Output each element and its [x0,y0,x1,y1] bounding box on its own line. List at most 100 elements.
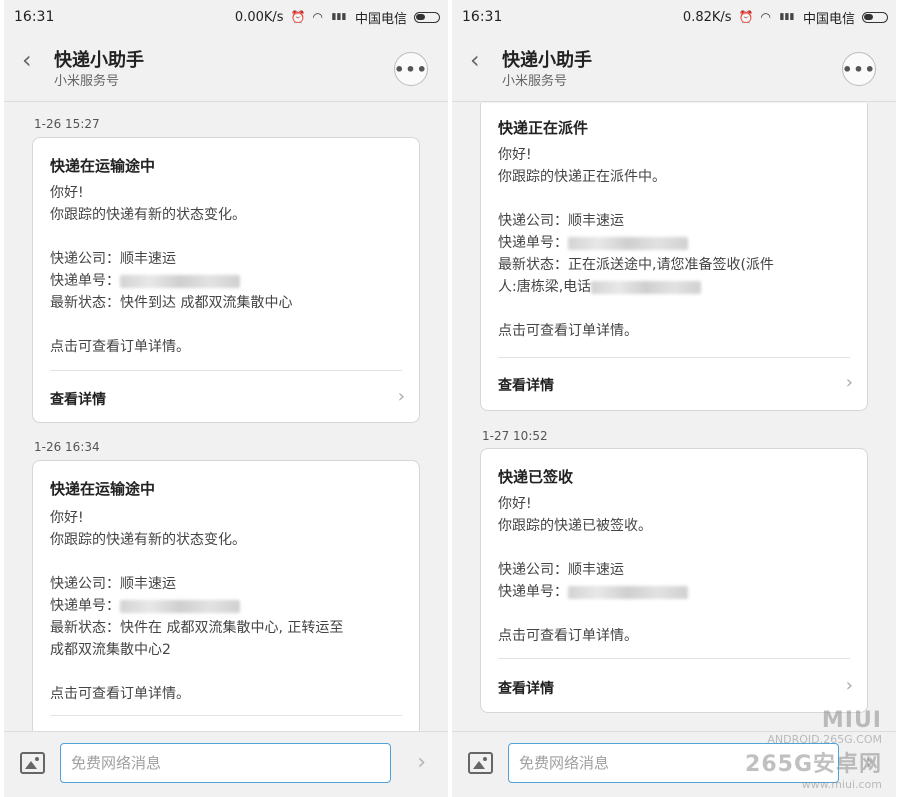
blurred-tracking-number [120,274,240,288]
divider [498,658,850,659]
phone-screen-right: 16:31 0.82K/s ⏰ ◠ ▮▮▮ 中国电信 ‹ 快递小助手 小米服务号… [452,0,896,797]
blurred-tracking-number [120,599,240,613]
card-title: 快递在运输途中 [50,157,156,175]
page-title: 快递小助手 [54,50,144,71]
hint-text: 点击可查看订单详情。 [50,339,190,355]
status-time: 16:31 [14,9,55,25]
wifi-icon: ◠ [312,10,323,24]
watermark-line3: www.miui.com [801,778,882,791]
blurred-phone-number [591,280,702,294]
message-timestamp: 1-27 10:52 [482,429,548,443]
card-title: 快递在运输途中 [50,480,156,498]
divider [50,715,402,716]
chat-header: ‹ 快递小助手 小米服务号 ••• [4,34,448,102]
watermark-line1: ANDROID.265G.COM [767,733,882,746]
message-card[interactable]: 快递在运输途中 你好! 你跟踪的快递有新的状态变化。 快递公司：顺丰速运 快递单… [32,137,420,423]
page-title: 快递小助手 [502,50,592,71]
battery-icon [862,11,888,23]
view-details-link[interactable]: 查看详情 [498,375,554,395]
message-timestamp: 1-26 15:27 [34,117,100,131]
hint-text: 点击可查看订单详情。 [498,628,638,644]
carrier-name: 中国电信 [354,11,407,27]
courier-company: 快递公司：顺丰速运 [50,576,176,592]
chevron-right-icon: › [845,372,853,393]
message-input[interactable] [60,743,391,783]
input-bar: › [4,731,448,797]
blurred-tracking-number [568,236,688,250]
message-card[interactable]: 快递正在派件 你好! 你跟踪的快递正在派件中。 快递公司：顺丰速运 快递单号： … [480,103,868,411]
tracking-number-row: 快递单号： [50,270,397,292]
more-options-button[interactable]: ••• [394,52,428,86]
carrier-name: 中国电信 [802,11,855,27]
intro-text: 你跟踪的快递正在派件中。 [498,169,666,185]
tracking-label: 快递单号： [498,584,568,600]
blurred-tracking-number [568,585,688,599]
signal-icon: ▮▮▮ [331,12,347,22]
latest-status: 最新状态：快件在 成都双流集散中心, 正转运至 [50,620,344,636]
intro-text: 你跟踪的快递有新的状态变化。 [50,532,246,548]
message-list[interactable]: 1-26 15:27 快递在运输途中 你好! 你跟踪的快递有新的状态变化。 快递… [4,103,448,731]
greeting: 你好! [50,185,84,201]
tracking-label: 快递单号： [50,273,120,289]
watermark: MIUI ANDROID.265G.COM 265G安卓网 www.miui.c… [745,708,882,791]
page-subtitle: 小米服务号 [54,74,120,89]
intro-text: 你跟踪的快递已被签收。 [498,518,652,534]
latest-status-cont: 成都双流集散中心2 [50,642,171,658]
image-icon[interactable] [468,752,493,774]
latest-status: 最新状态：正在派送途中,请您准备签收(派件 [498,257,774,273]
card-body: 你好! 你跟踪的快递正在派件中。 快递公司：顺丰速运 快递单号： 最新状态：正在… [498,144,845,342]
chat-header: ‹ 快递小助手 小米服务号 ••• [452,34,896,102]
alarm-icon: ⏰ [738,10,754,24]
network-speed: 0.00K/s [234,9,284,25]
intro-text: 你跟踪的快递有新的状态变化。 [50,207,246,223]
network-speed: 0.82K/s [682,9,732,25]
courier-company: 快递公司：顺丰速运 [50,251,176,267]
chevron-right-icon: › [845,675,853,696]
card-title: 快递正在派件 [498,119,589,137]
message-list[interactable]: 快递正在派件 你好! 你跟踪的快递正在派件中。 快递公司：顺丰速运 快递单号： … [452,103,896,731]
tracking-number-row: 快递单号： [498,581,845,603]
chevron-right-icon: › [397,386,405,407]
alarm-icon: ⏰ [290,10,306,24]
battery-icon [414,11,440,23]
page-subtitle: 小米服务号 [502,74,568,89]
message-timestamp: 1-26 16:34 [34,440,100,454]
message-card[interactable]: 快递已签收 你好! 你跟踪的快递已被签收。 快递公司：顺丰速运 快递单号： 点击… [480,448,868,713]
status-bar: 16:31 0.82K/s ⏰ ◠ ▮▮▮ 中国电信 [452,0,896,34]
status-time: 16:31 [462,9,503,25]
card-body: 你好! 你跟踪的快递有新的状态变化。 快递公司：顺丰速运 快递单号： 最新状态：… [50,182,397,358]
image-icon[interactable] [20,752,45,774]
send-icon[interactable]: › [417,750,426,775]
back-icon[interactable]: ‹ [22,46,32,74]
view-details-link[interactable]: 查看详情 [498,678,554,698]
courier-company: 快递公司：顺丰速运 [498,213,624,229]
watermark-brand: MIUI [821,708,882,733]
latest-status: 最新状态：快件到达 成都双流集散中心 [50,295,293,311]
tracking-label: 快递单号： [50,598,120,614]
signal-icon: ▮▮▮ [779,12,795,22]
greeting: 你好! [498,147,532,163]
view-details-link[interactable]: 查看详情 [50,389,106,409]
divider [50,370,402,371]
divider [498,357,850,358]
wifi-icon: ◠ [760,10,771,24]
card-title: 快递已签收 [498,468,574,486]
card-body: 你好! 你跟踪的快递已被签收。 快递公司：顺丰速运 快递单号： 点击可查看订单详… [498,493,845,647]
watermark-line2: 265G安卓网 [745,752,882,777]
courier-company: 快递公司：顺丰速运 [498,562,624,578]
phone-screen-left: 16:31 0.00K/s ⏰ ◠ ▮▮▮ 中国电信 ‹ 快递小助手 小米服务号… [4,0,448,797]
greeting: 你好! [50,510,84,526]
status-bar: 16:31 0.00K/s ⏰ ◠ ▮▮▮ 中国电信 [4,0,448,34]
tracking-number-row: 快递单号： [50,595,397,617]
card-body: 你好! 你跟踪的快递有新的状态变化。 快递公司：顺丰速运 快递单号： 最新状态：… [50,507,397,705]
greeting: 你好! [498,496,532,512]
back-icon[interactable]: ‹ [470,46,480,74]
dispatcher-info: 人:唐栋梁,电话 [498,279,592,295]
hint-text: 点击可查看订单详情。 [50,686,190,702]
tracking-number-row: 快递单号： [498,232,845,254]
message-card[interactable]: 快递在运输途中 你好! 你跟踪的快递有新的状态变化。 快递公司：顺丰速运 快递单… [32,460,420,731]
more-options-button[interactable]: ••• [842,52,876,86]
tracking-label: 快递单号： [498,235,568,251]
hint-text: 点击可查看订单详情。 [498,323,638,339]
latest-status-cont: 人:唐栋梁,电话 [498,276,845,298]
